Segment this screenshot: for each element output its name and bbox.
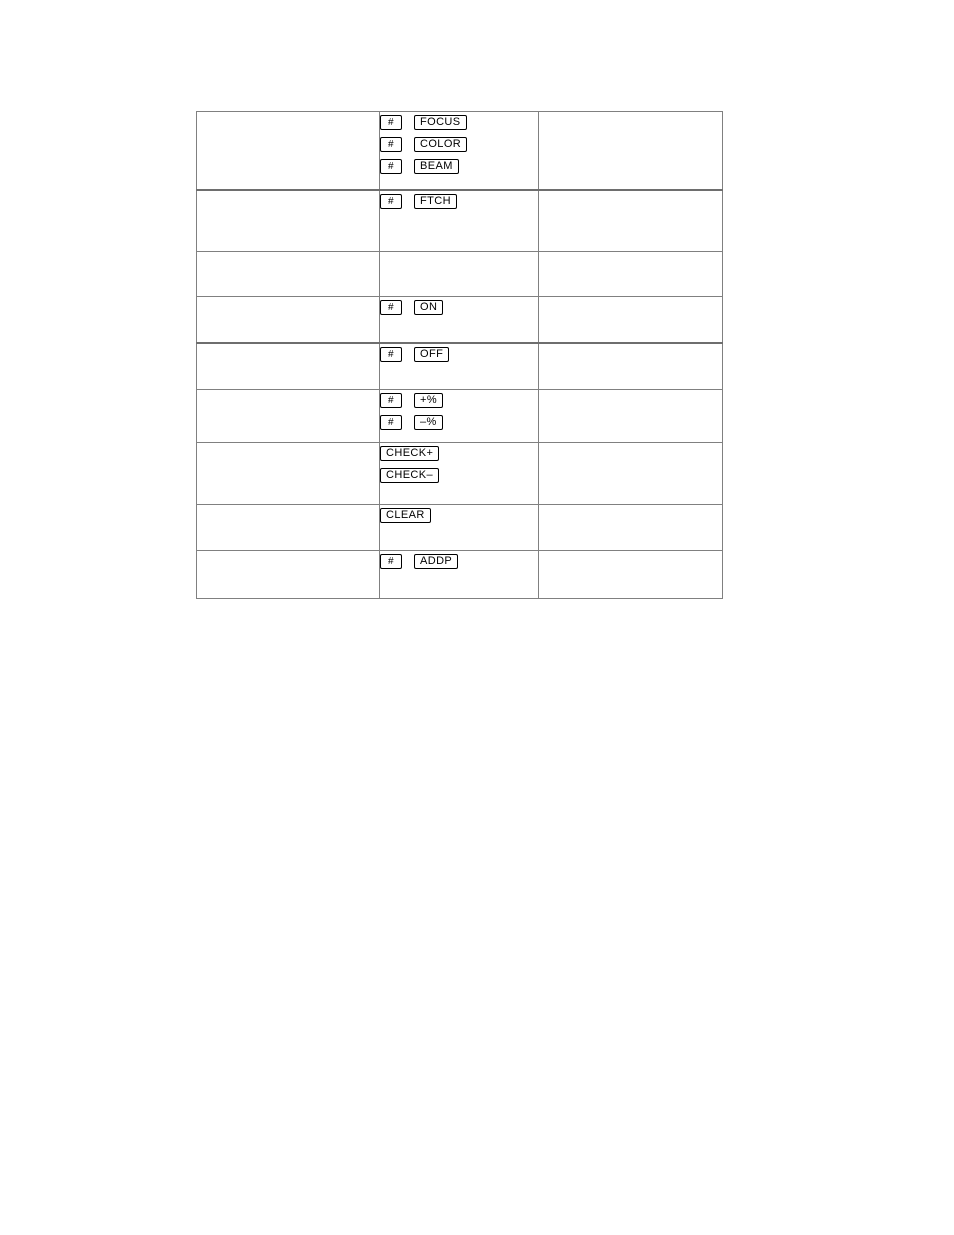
key-line: # OFF (380, 344, 538, 365)
document-page: # FOCUS # COLOR # BEAM # FTCH # ON # OFF… (0, 0, 954, 1235)
key-reference-table: # FOCUS # COLOR # BEAM # FTCH # ON # OFF… (196, 111, 723, 599)
key-line: # ADDP (380, 551, 538, 572)
cell-description (196, 342, 380, 390)
function-keycap[interactable]: BEAM (414, 159, 459, 174)
table-row: CHECK+ CHECK– (196, 442, 723, 505)
cell-notes (538, 251, 723, 297)
key-line: CHECK– (380, 465, 538, 486)
cell-notes (538, 111, 723, 191)
table-row: # FOCUS # COLOR # BEAM (196, 111, 723, 191)
cell-keys: CLEAR (379, 504, 539, 551)
hash-keycap[interactable]: # (380, 193, 402, 209)
function-keycap[interactable]: FTCH (414, 193, 457, 209)
function-keycap[interactable]: –% (414, 415, 443, 430)
function-keycap[interactable]: CLEAR (380, 508, 431, 523)
cell-keys: # ON (379, 296, 539, 344)
cell-notes (538, 189, 723, 252)
cell-keys: # ADDP (379, 550, 539, 599)
key-line: # FOCUS (380, 112, 538, 133)
key-line: # COLOR (380, 134, 538, 155)
hash-keycap[interactable]: # (380, 415, 402, 430)
cell-description (196, 550, 380, 599)
cell-notes (538, 550, 723, 599)
table-row: # FTCH (196, 189, 723, 252)
key-line: CLEAR (380, 505, 538, 526)
cell-keys: # +% # –% (379, 389, 539, 443)
table-row: CLEAR (196, 504, 723, 551)
cell-description (196, 251, 380, 297)
function-keycap[interactable]: ADDP (414, 554, 459, 569)
function-keycap[interactable]: CHECK– (380, 468, 440, 483)
cell-description (196, 389, 380, 443)
cell-notes (538, 342, 723, 390)
key-line: # +% (380, 390, 538, 411)
key-line: # FTCH (380, 191, 538, 212)
cell-description (196, 111, 380, 191)
hash-keycap[interactable]: # (380, 554, 402, 569)
cell-notes (538, 389, 723, 443)
cell-description (196, 504, 380, 551)
hash-keycap[interactable]: # (380, 393, 402, 408)
cell-notes (538, 296, 723, 344)
table-row (196, 251, 723, 297)
function-keycap[interactable]: CHECK+ (380, 446, 440, 461)
cell-description (196, 189, 380, 252)
cell-keys: # FOCUS # COLOR # BEAM (379, 111, 539, 191)
cell-description (196, 296, 380, 344)
hash-keycap[interactable]: # (380, 137, 402, 152)
cell-notes (538, 442, 723, 505)
cell-description (196, 442, 380, 505)
function-keycap[interactable]: +% (414, 393, 444, 408)
cell-keys: CHECK+ CHECK– (379, 442, 539, 505)
function-keycap[interactable]: OFF (414, 346, 450, 362)
hash-keycap[interactable]: # (380, 159, 402, 174)
table-row: # ON (196, 296, 723, 344)
cell-keys: # FTCH (379, 189, 539, 252)
key-line: CHECK+ (380, 443, 538, 464)
cell-keys (379, 251, 539, 297)
table-body: # FOCUS # COLOR # BEAM # FTCH # ON # OFF… (196, 111, 723, 599)
key-line: # ON (380, 297, 538, 318)
function-keycap[interactable]: FOCUS (414, 115, 467, 130)
table-row: # OFF (196, 342, 723, 390)
hash-keycap[interactable]: # (380, 300, 402, 315)
hash-keycap[interactable]: # (380, 115, 402, 130)
table-row: # +% # –% (196, 389, 723, 443)
key-line: # BEAM (380, 156, 538, 177)
cell-notes (538, 504, 723, 551)
cell-keys: # OFF (379, 342, 539, 390)
table-row: # ADDP (196, 550, 723, 599)
function-keycap[interactable]: ON (414, 300, 444, 315)
function-keycap[interactable]: COLOR (414, 137, 468, 152)
key-line: # –% (380, 412, 538, 433)
hash-keycap[interactable]: # (380, 346, 402, 362)
